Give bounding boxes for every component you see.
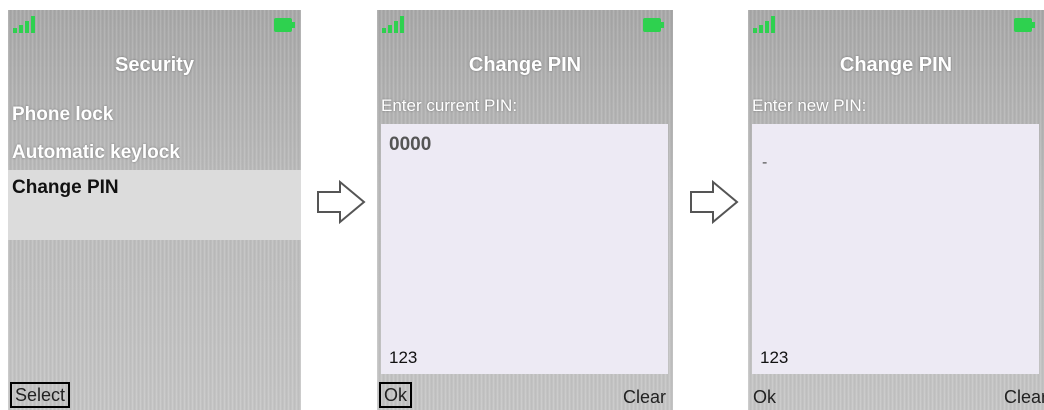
page-title: Security <box>115 54 194 76</box>
change-pin-new-screen: Change PIN Enter new PIN: - 123 Ok Clear <box>748 10 1044 410</box>
arrow-right-icon <box>690 179 739 225</box>
signal-strength-icon <box>13 16 35 33</box>
new-pin-prompt: Enter new PIN: <box>752 96 867 115</box>
battery-icon <box>1014 18 1036 32</box>
menu-item-phone-lock[interactable]: Phone lock <box>8 96 301 134</box>
signal-strength-icon <box>382 16 404 33</box>
clear-softkey[interactable]: Clear <box>620 386 669 408</box>
menu-item-change-pin[interactable]: Change PIN <box>8 170 301 240</box>
battery-icon <box>643 18 665 32</box>
input-mode-indicator: 123 <box>389 348 418 367</box>
current-pin-field[interactable]: 0000 123 <box>381 124 668 374</box>
new-pin-field[interactable]: - 123 <box>752 124 1039 374</box>
change-pin-current-screen: Change PIN Enter current PIN: 0000 123 O… <box>377 10 673 410</box>
text-cursor: - <box>762 154 768 171</box>
arrow-right-icon <box>317 179 366 225</box>
input-mode-indicator: 123 <box>760 348 789 367</box>
menu-item-automatic-keylock[interactable]: Automatic keylock <box>8 134 301 172</box>
ok-softkey[interactable]: Ok <box>379 382 413 408</box>
page-title: Change PIN <box>468 54 582 76</box>
page-title: Change PIN <box>839 54 953 76</box>
current-pin-prompt: Enter current PIN: <box>381 96 518 115</box>
select-softkey[interactable]: Select <box>10 382 71 408</box>
pin-value: 0000 <box>389 134 432 155</box>
clear-softkey[interactable]: Clear <box>1001 386 1044 408</box>
signal-strength-icon <box>753 16 775 33</box>
security-menu-screen: Security Phone lock Automatic keylock Ch… <box>8 10 301 410</box>
ok-softkey[interactable]: Ok <box>750 386 779 408</box>
battery-icon <box>274 18 296 32</box>
